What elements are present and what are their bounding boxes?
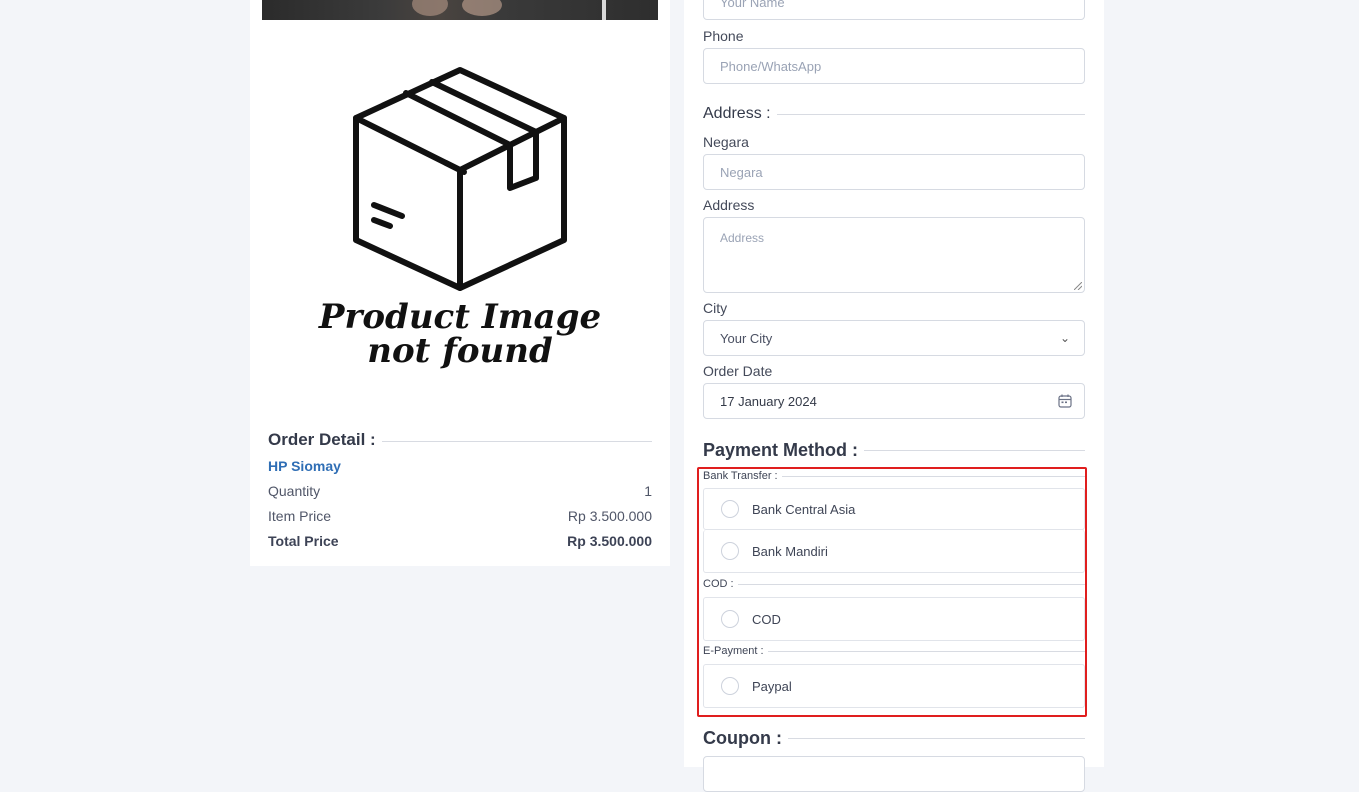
payment-method-highlight (697, 467, 1087, 717)
negara-input[interactable]: Negara (703, 154, 1085, 190)
city-selected-value: Your City (720, 330, 773, 346)
product-card: Product Image not found Order Detail : H… (250, 0, 670, 566)
product-name-link[interactable]: HP Siomay (268, 458, 652, 474)
calendar-icon[interactable] (1058, 394, 1072, 408)
address-heading-text: Address : (703, 105, 771, 122)
divider (787, 738, 1085, 739)
payment-heading: Payment Method : (703, 440, 1085, 461)
resize-grip-icon[interactable] (1074, 282, 1082, 290)
coupon-heading-text: Coupon : (703, 728, 782, 748)
placeholder-line-2: not found (367, 331, 553, 371)
negara-label: Negara (703, 134, 749, 150)
address-heading: Address : (703, 105, 1085, 123)
order-detail: Order Detail : HP Siomay Quantity 1 Item… (268, 430, 652, 549)
product-photo (262, 0, 658, 20)
item-price-row: Item Price Rp 3.500.000 (268, 508, 652, 524)
divider (381, 440, 652, 442)
total-price-row: Total Price Rp 3.500.000 (268, 533, 652, 549)
phone-input[interactable]: Phone/WhatsApp (703, 48, 1085, 84)
quantity-label: Quantity (268, 483, 321, 499)
quantity-value: 1 (644, 483, 652, 499)
address-placeholder: Address (720, 231, 765, 245)
item-price-label: Item Price (268, 508, 332, 524)
order-date-value: 17 January 2024 (720, 393, 817, 409)
quantity-row: Quantity 1 (268, 483, 652, 499)
name-placeholder: Your Name (720, 0, 785, 10)
phone-label: Phone (703, 28, 744, 44)
total-price-label: Total Price (268, 533, 339, 549)
chevron-down-icon: ⌄ (1059, 331, 1070, 345)
address-label: Address (703, 197, 755, 213)
coupon-heading: Coupon : (703, 728, 1085, 749)
city-label: City (703, 300, 728, 316)
order-date-label: Order Date (703, 363, 773, 379)
total-price-value: Rp 3.500.000 (567, 533, 652, 549)
placeholder-line-1: Product Image (318, 297, 602, 337)
divider (776, 113, 1085, 115)
order-detail-title: Order Detail : (268, 430, 376, 449)
order-date-input[interactable]: 17 January 2024 (703, 383, 1085, 419)
divider (864, 450, 1085, 451)
item-price-value: Rp 3.500.000 (567, 508, 652, 524)
image-not-found-text: Product Image not found (250, 300, 670, 368)
order-detail-heading: Order Detail : (268, 430, 652, 450)
city-select[interactable]: Your City ⌄ (703, 320, 1085, 356)
payment-heading-text: Payment Method : (703, 440, 859, 460)
address-textarea[interactable]: Address (703, 217, 1085, 293)
phone-placeholder: Phone/WhatsApp (720, 58, 822, 74)
name-input[interactable]: Your Name (703, 0, 1085, 20)
negara-placeholder: Negara (720, 164, 763, 180)
coupon-input[interactable] (703, 756, 1085, 792)
